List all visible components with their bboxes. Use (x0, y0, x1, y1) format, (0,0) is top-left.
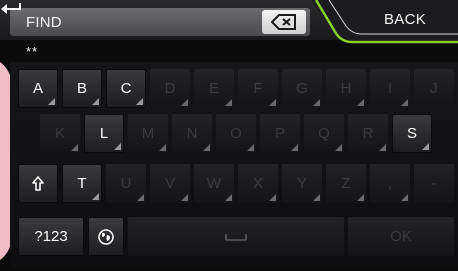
key-s[interactable]: S (392, 114, 432, 153)
entered-text: ** (26, 44, 39, 59)
key-label: W (206, 175, 222, 192)
key-label: L (99, 125, 109, 142)
shift-arrow-icon (32, 175, 44, 191)
key-corner-mark (401, 194, 408, 201)
key-label: N (186, 125, 198, 142)
space-bar (128, 217, 344, 256)
key-label: M (141, 125, 155, 142)
space-bar-icon (225, 233, 247, 241)
numeric-toggle-button[interactable]: ?123 (18, 217, 84, 256)
key-label: E (208, 80, 219, 97)
key-label: R (362, 125, 374, 142)
key-corner-mark (159, 144, 166, 151)
key-corner-mark (313, 99, 320, 106)
key-g: G (282, 69, 322, 108)
key-corner-mark (181, 194, 188, 201)
key-corner-mark (357, 194, 364, 201)
language-button[interactable] (88, 217, 124, 256)
key-label: G (296, 80, 308, 97)
key-corner-mark (71, 144, 78, 151)
key-label: U (120, 175, 132, 192)
key-f: F (238, 69, 278, 108)
numeric-toggle-label: ?123 (34, 228, 68, 245)
globe-icon (98, 228, 114, 245)
key-corner-mark (225, 99, 232, 106)
key-label: X (252, 175, 263, 192)
key-corner-mark (291, 144, 298, 151)
key-corner-mark (114, 143, 121, 150)
key-label: O (230, 125, 242, 142)
key-label: D (164, 80, 176, 97)
key-label: C (120, 80, 132, 97)
ok-label: OK (390, 228, 412, 245)
back-label: BACK (384, 11, 427, 28)
key-m: M (128, 114, 168, 153)
key-h: H (326, 69, 366, 108)
key-label: V (164, 175, 175, 192)
key-label: S (406, 125, 417, 142)
key-corner-mark (92, 98, 99, 105)
back-button-frame (312, 0, 458, 44)
key-n: N (172, 114, 212, 153)
key-label: Z (341, 175, 351, 192)
key-label: J (430, 80, 438, 97)
key-corner-mark (313, 194, 320, 201)
key-w: W (194, 164, 234, 203)
key-corner-mark (247, 144, 254, 151)
key-label: B (76, 80, 87, 97)
key-v: V (150, 164, 190, 203)
key-label: F (253, 80, 263, 97)
key-p: P (260, 114, 300, 153)
key-label: P (274, 125, 285, 142)
key-hyphen: - (414, 164, 454, 203)
key-c[interactable]: C (106, 69, 146, 108)
shift-key[interactable] (18, 164, 58, 203)
key-corner-mark (225, 194, 232, 201)
key-label: Q (318, 125, 330, 142)
key-corner-mark (401, 99, 408, 106)
key-d: D (150, 69, 190, 108)
key-label: , (387, 175, 393, 192)
key-j: J (414, 69, 454, 108)
key-o: O (216, 114, 256, 153)
key-label: A (32, 80, 43, 97)
key-label: - (431, 175, 437, 192)
key-i: I (370, 69, 410, 108)
key-corner-mark (357, 99, 364, 106)
key-x: X (238, 164, 278, 203)
key-label: Y (296, 175, 307, 192)
key-a[interactable]: A (18, 69, 58, 108)
key-corner-mark (181, 99, 188, 106)
key-corner-mark (379, 144, 386, 151)
key-corner-mark (422, 143, 429, 150)
key-e: E (194, 69, 234, 108)
key-corner-mark (92, 193, 99, 200)
key-corner-mark (48, 98, 55, 105)
return-arrow-icon (1, 3, 21, 14)
key-r: R (348, 114, 388, 153)
key-y: Y (282, 164, 322, 203)
key-b[interactable]: B (62, 69, 102, 108)
key-z: Z (326, 164, 366, 203)
key-corner-mark (269, 99, 276, 106)
key-comma: , (370, 164, 410, 203)
key-corner-mark (335, 144, 342, 151)
key-corner-mark (203, 144, 210, 151)
key-l[interactable]: L (84, 114, 124, 153)
key-k: K (40, 114, 80, 153)
key-u: U (106, 164, 146, 203)
keyboard-screen: FIND BACK ** A B C D E F G H I J K L M N… (0, 0, 458, 271)
key-corner-mark (136, 98, 143, 105)
key-label: H (340, 80, 352, 97)
key-q: Q (304, 114, 344, 153)
key-corner-mark (137, 194, 144, 201)
key-label: T (77, 175, 87, 192)
ok-button: OK (348, 217, 454, 256)
key-t[interactable]: T (62, 164, 102, 203)
key-label: K (54, 125, 65, 142)
key-corner-mark (269, 194, 276, 201)
key-label: I (387, 80, 393, 97)
